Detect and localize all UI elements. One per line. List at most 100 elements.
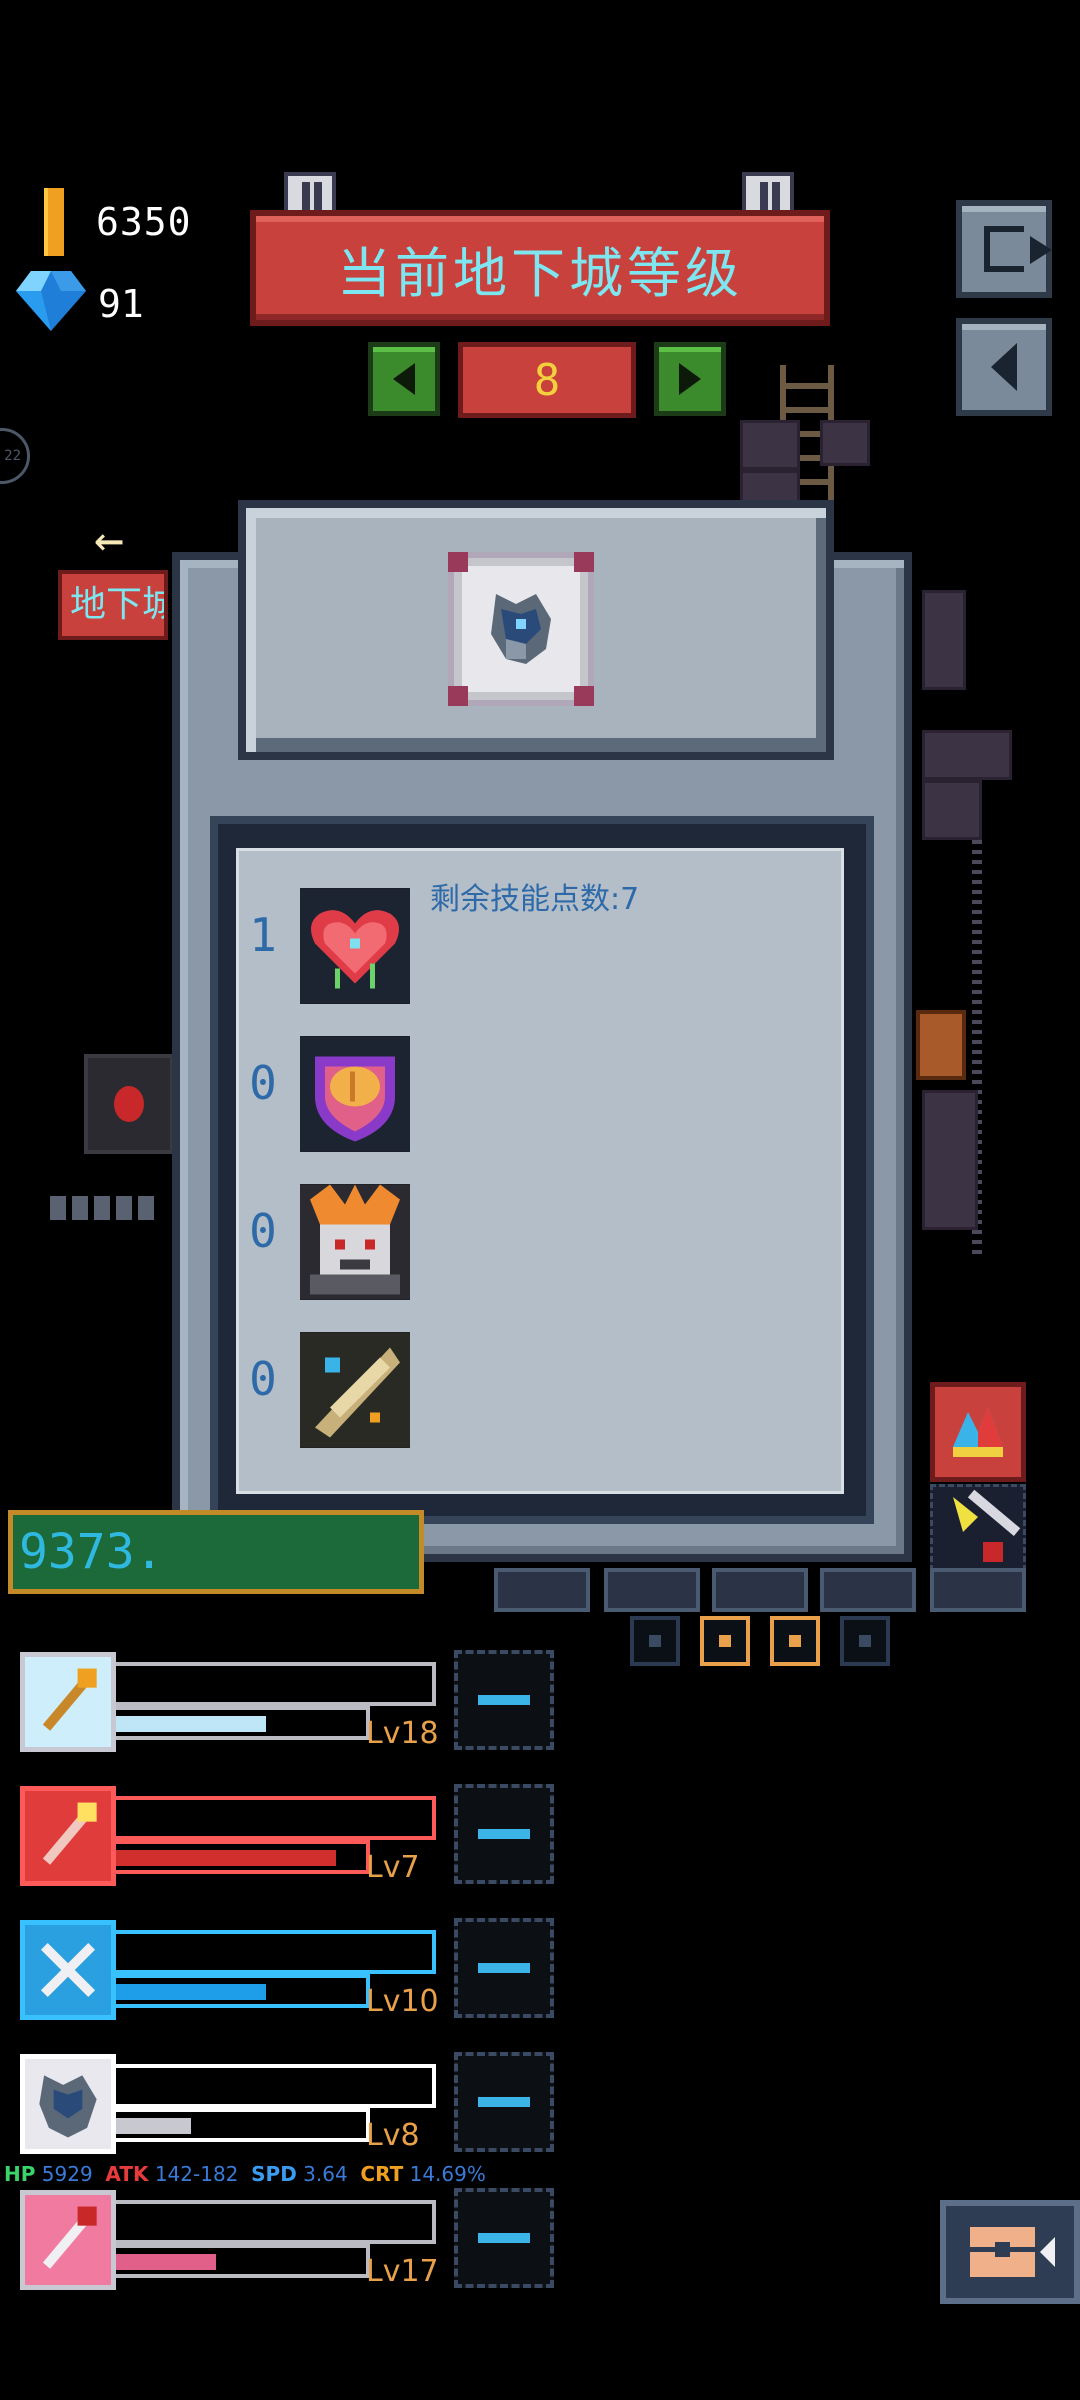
hero-row[interactable]: Lv10 [16,1920,446,2030]
jester-hat-icon [953,1407,1003,1457]
level-indicator: 22 [0,428,30,484]
dungeon-level-title: 当前地下城等级 [337,241,743,305]
golden-staff-icon[interactable] [20,1652,116,1752]
jester-hero-button[interactable] [930,1382,1026,1482]
skill-points: 0 [249,1204,277,1258]
spd-value: 3.64 [303,2162,348,2186]
hero-exp-bar [116,1840,370,1874]
rock-decoration [922,590,966,690]
hero-portrait-frame [448,552,594,706]
hero-skill-slot[interactable] [454,1650,554,1750]
hero-row[interactable]: Lv18 [16,1652,446,1762]
hero-skill-slot[interactable] [454,2052,554,2152]
speaker-icon [991,343,1017,391]
hero-exp-bar [116,1974,370,2008]
slot-bar [930,1568,1026,1612]
golden-feather-icon[interactable] [300,1332,410,1448]
atk-value: 142-182 [154,2162,239,2186]
skill-points: 1 [249,908,277,962]
arrow-left-icon [393,363,415,395]
hero-hp-bar [116,1662,436,1706]
furnace-icon [84,1054,174,1154]
rock-decoration [922,780,982,840]
skill-row[interactable]: 0 [248,1036,448,1152]
page-dot-active[interactable] [700,1616,750,1666]
hero-hp-bar [116,1930,436,1974]
dungeon-level-banner: 当前地下城等级 [250,210,830,326]
hp-value: 5929 [41,2162,93,2186]
hero-hp-bar [116,1796,436,1840]
hero-hp-bar [116,2064,436,2108]
slot-bar [820,1568,916,1612]
spear-icon [953,1489,1021,1562]
exit-button[interactable] [956,200,1052,298]
hero-stats: HP 5929 ATK 142-182 SPD 3.64 CRT 14.69% [4,2162,486,2186]
slot-bar [712,1568,808,1612]
sound-button[interactable] [956,318,1052,416]
arrow-right-icon [679,363,701,395]
hero-exp-bar [116,2244,370,2278]
diamond-icon [16,271,86,331]
rock-decoration [820,420,870,466]
pink-mace-icon[interactable] [20,2190,116,2290]
page-dot[interactable] [840,1616,890,1666]
chest-button[interactable] [940,2200,1080,2304]
exit-icon [984,226,1052,272]
brain-shield-icon[interactable] [300,1036,410,1152]
hp-label: HP [4,2162,36,2186]
rock-decoration [740,420,800,470]
crossbow-icon[interactable] [20,1920,116,2020]
hero-level: Lv7 [366,1850,420,1885]
weapon-slot[interactable] [930,1484,1026,1580]
hero-exp-bar [116,2108,370,2142]
crt-label: CRT [360,2162,404,2186]
frame-corner [574,552,594,572]
skill-points: 0 [249,1056,277,1110]
level-next-button[interactable] [654,342,726,416]
atk-label: ATK [105,2162,149,2186]
dungeon-level-value: 8 [458,342,636,418]
frame-corner [448,686,468,706]
level-prev-button[interactable] [368,342,440,416]
crt-value: 14.69% [409,2162,486,2186]
hero-skill-slot[interactable] [454,2188,554,2288]
flame-staff-icon[interactable] [20,1786,116,1886]
armored-beast-icon [491,594,551,664]
page-dot[interactable] [630,1616,680,1666]
gold-icon [44,188,64,256]
slot-bar [604,1568,700,1612]
treasure-chest-icon [916,1010,966,1080]
skill-points: 0 [249,1352,277,1406]
remaining-skill-points: 剩余技能点数:7 [430,882,640,917]
hero-exp-bar [116,1706,370,1740]
spike-decoration [50,1196,160,1220]
rock-decoration [922,1090,978,1230]
slot-bar [494,1568,590,1612]
hero-skill-slot[interactable] [454,1784,554,1884]
dps-display: 9373. [8,1510,424,1594]
page-dot-active[interactable] [770,1616,820,1666]
hero-level: Lv18 [366,1716,439,1751]
hero-level: Lv8 [366,2118,420,2153]
hero-hp-bar [116,2200,436,2244]
beast-rage-icon[interactable] [300,1184,410,1300]
skill-row[interactable]: 1 [248,888,448,1004]
back-arrow-icon[interactable]: ← [94,510,124,568]
skill-row[interactable]: 0 [248,1184,448,1300]
dungeon-side-label[interactable]: 地下城 [58,570,168,640]
hero-skill-slot[interactable] [454,1918,554,2018]
hero-row[interactable]: Lv8 [16,2054,446,2164]
rock-decoration [922,730,1012,780]
gem-amount: 91 [98,282,144,326]
skill-row[interactable]: 0 [248,1332,448,1448]
treasure-chest-icon [970,2227,1055,2277]
armored-beast-icon[interactable] [20,2054,116,2154]
hero-level: Lv17 [366,2254,439,2289]
hero-row[interactable]: Lv17 [16,2190,446,2300]
gold-amount: 6350 [96,200,192,244]
hero-row[interactable]: Lv7 [16,1786,446,1896]
frame-corner [574,686,594,706]
bleeding-heart-icon[interactable] [300,888,410,1004]
frame-corner [448,552,468,572]
hero-level: Lv10 [366,1984,439,2019]
